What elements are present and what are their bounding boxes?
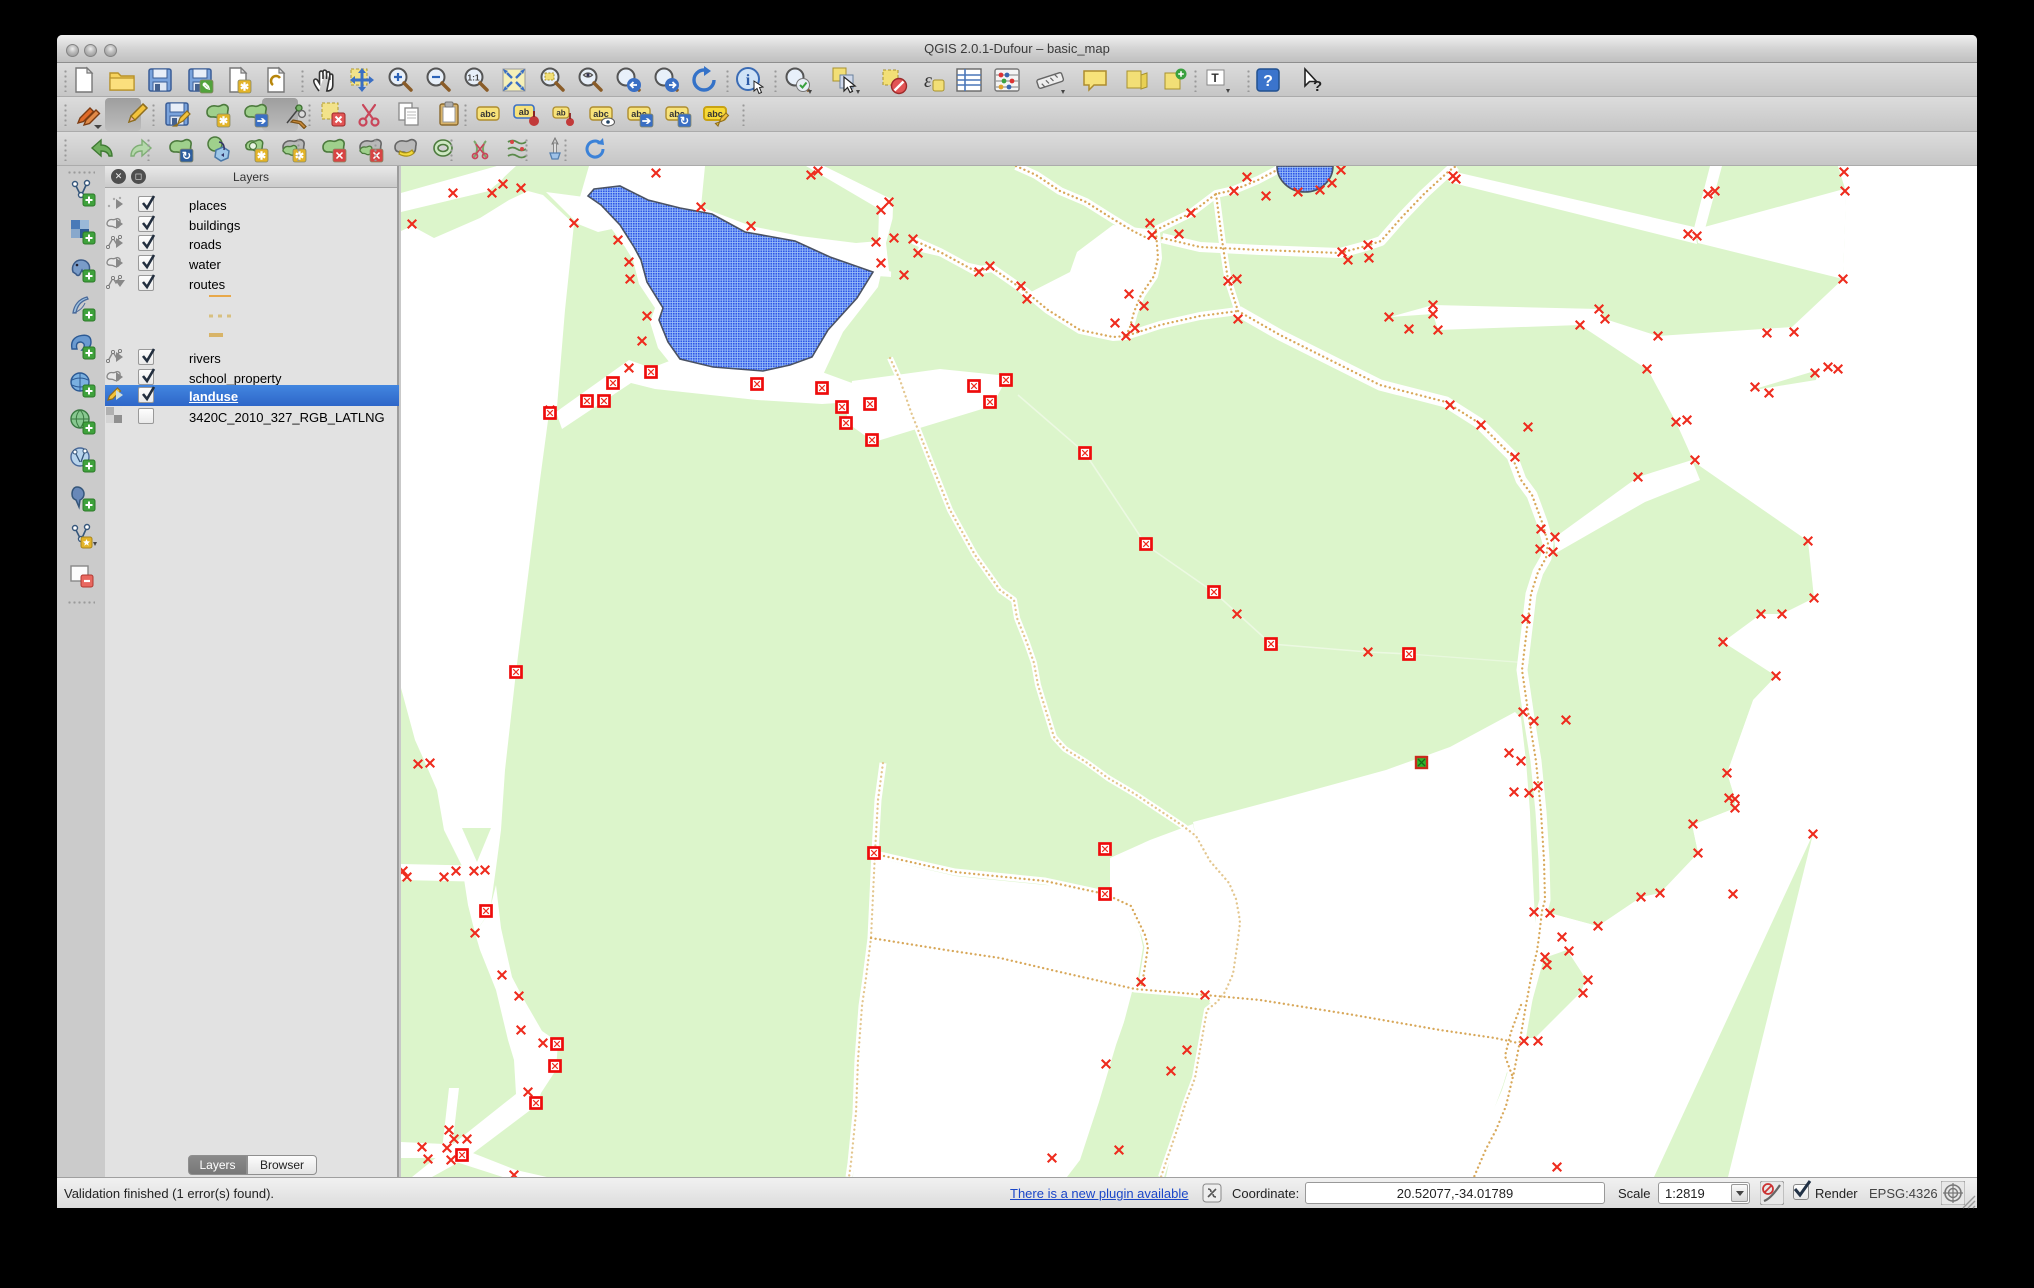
svg-text:➔: ➔ bbox=[257, 116, 267, 128]
svg-text:abc: abc bbox=[707, 109, 723, 119]
svg-text:↻: ↻ bbox=[680, 116, 689, 128]
svg-text:i: i bbox=[746, 72, 751, 89]
svg-text:ab: ab bbox=[556, 109, 565, 118]
svg-text:ε: ε bbox=[924, 70, 932, 92]
svg-text:?: ? bbox=[1263, 73, 1273, 90]
svg-text:?: ? bbox=[1313, 78, 1322, 95]
svg-text:↻: ↻ bbox=[182, 151, 191, 163]
svg-text:abc: abc bbox=[480, 109, 496, 119]
svg-text:✱: ✱ bbox=[257, 151, 266, 163]
svg-text:✎: ✎ bbox=[202, 82, 211, 94]
svg-text:abc: abc bbox=[593, 109, 609, 119]
svg-text:➔: ➔ bbox=[642, 116, 652, 128]
svg-text:T: T bbox=[1211, 71, 1219, 85]
svg-text:1:1: 1:1 bbox=[467, 73, 480, 83]
svg-text:✱: ✱ bbox=[240, 82, 249, 94]
svg-text:✕: ✕ bbox=[335, 151, 344, 163]
svg-text:✱: ✱ bbox=[219, 116, 228, 128]
svg-text:ab: ab bbox=[519, 107, 530, 117]
